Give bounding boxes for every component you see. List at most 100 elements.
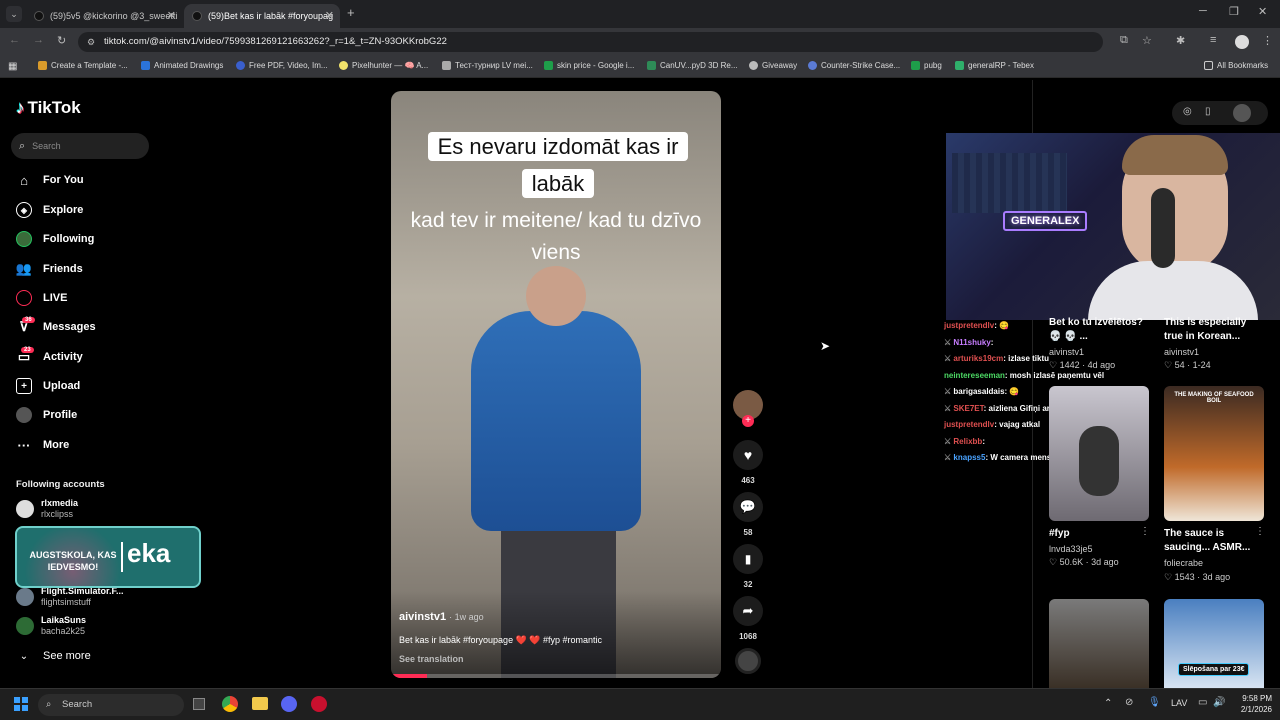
- like-button[interactable]: ♥: [733, 440, 763, 470]
- windows-start-icon[interactable]: [14, 697, 28, 711]
- following-account[interactable]: rlxmedia rlxclipss: [16, 498, 78, 520]
- comment-button[interactable]: 💬: [733, 492, 763, 522]
- bookmark-item[interactable]: Create a Template -...: [38, 61, 128, 70]
- card-title[interactable]: This is especially true in Korean...: [1164, 316, 1264, 344]
- browser-tab-1[interactable]: (59)5v5 @kickorino @3_sweetti ✕: [26, 4, 182, 28]
- nav-upload[interactable]: + Upload: [16, 378, 80, 394]
- tab-search-button[interactable]: ⌄: [6, 6, 22, 22]
- language-indicator[interactable]: LAV: [1171, 698, 1187, 708]
- cast-icon[interactable]: ⧉: [1120, 34, 1128, 47]
- card-author[interactable]: foliecrabe: [1164, 558, 1203, 568]
- card-author[interactable]: aivinstv1: [1049, 347, 1084, 357]
- new-tab-button[interactable]: +: [347, 5, 355, 20]
- see-more-link[interactable]: ⌄ See more: [16, 648, 91, 664]
- tab-close-icon[interactable]: ✕: [325, 9, 334, 22]
- url-text: tiktok.com/@aivinstv1/video/759938126912…: [104, 36, 447, 47]
- music-disc-icon[interactable]: [735, 648, 761, 674]
- tiktok-logo[interactable]: ♪ TikTok: [16, 98, 81, 118]
- avatar: [16, 617, 34, 635]
- nav-profile[interactable]: Profile: [16, 407, 77, 423]
- share-button[interactable]: ➦: [733, 596, 763, 626]
- card-title[interactable]: #fyp: [1049, 527, 1149, 541]
- like-count: 463: [741, 476, 755, 485]
- thumbnail-person: [1079, 426, 1119, 496]
- clock[interactable]: 9:58 PM 2/1/2026: [1232, 693, 1272, 715]
- device-icon[interactable]: ▯: [1205, 106, 1211, 117]
- card-stats: ♡ 1543 · 3d ago: [1164, 572, 1231, 582]
- bookmark-item[interactable]: generalRP - Tebex: [955, 61, 1034, 70]
- bookmark-star-icon[interactable]: ☆: [1142, 34, 1152, 47]
- following-account[interactable]: Flight.Simulator.F... flightsimstuff: [16, 586, 124, 608]
- minimize-button[interactable]: ─: [1199, 5, 1207, 17]
- bookmark-item[interactable]: Pixelhunter — 🧠 A...: [339, 61, 428, 70]
- search-icon: ⌕: [19, 139, 26, 152]
- card-title[interactable]: The sauce is saucing... ASMR...: [1164, 527, 1264, 555]
- task-view-icon[interactable]: [193, 698, 205, 710]
- microphone-icon[interactable]: 🎙: [1148, 697, 1161, 708]
- card-thumbnail[interactable]: [1049, 386, 1149, 521]
- follow-plus-icon[interactable]: +: [742, 415, 754, 427]
- share-count: 1068: [739, 632, 757, 641]
- bookmark-item[interactable]: Free PDF, Video, Im...: [236, 61, 328, 70]
- coin-icon[interactable]: ◎: [1183, 106, 1192, 117]
- video-progress-track[interactable]: [391, 674, 721, 678]
- site-info-icon[interactable]: ⚙: [87, 32, 95, 52]
- nav-live[interactable]: LIVE: [16, 290, 67, 306]
- apps-icon[interactable]: ▦: [8, 61, 17, 72]
- bookmark-item[interactable]: skin price - Google i...: [544, 61, 634, 70]
- tray-chevron-icon[interactable]: ⌃: [1104, 698, 1112, 709]
- video-subject-face: [526, 266, 586, 326]
- friends-icon: 👥: [15, 261, 33, 276]
- nav-friends[interactable]: 👥 Friends: [16, 261, 83, 277]
- bookmark-item[interactable]: Animated Drawings: [141, 61, 223, 70]
- video-author[interactable]: aivinstv1: [399, 611, 446, 623]
- following-account[interactable]: LaikaSuns bacha2k25: [16, 615, 86, 637]
- bookmark-item[interactable]: Giveaway: [749, 61, 797, 70]
- url-input[interactable]: ⚙ tiktok.com/@aivinstv1/video/7599381269…: [78, 32, 1103, 52]
- steam-icon[interactable]: [311, 696, 327, 712]
- see-translation-link[interactable]: See translation: [399, 654, 464, 664]
- more-icon: ···: [17, 437, 31, 453]
- avatar: [16, 500, 34, 518]
- network-icon[interactable]: ⊘: [1125, 697, 1133, 708]
- card-thumbnail[interactable]: Slēpošana par 23€: [1164, 599, 1264, 688]
- media-icon[interactable]: ≡: [1210, 34, 1216, 46]
- card-thumbnail[interactable]: THE MAKING OF SEAFOOD BOIL: [1164, 386, 1264, 521]
- bookmark-item[interactable]: CanUV...pyD 3D Re...: [647, 61, 738, 70]
- back-icon[interactable]: ←: [9, 34, 20, 46]
- bookmark-item[interactable]: Тест-турнир LV mei...: [442, 61, 533, 70]
- thumbnail-caption: THE MAKING OF SEAFOOD BOIL: [1174, 392, 1254, 404]
- bookmark-item[interactable]: Counter-Strike Case...: [808, 61, 900, 70]
- bookmark-item[interactable]: pubg: [911, 61, 942, 70]
- chevron-down-icon: ⌄: [19, 650, 29, 662]
- card-author[interactable]: aivinstv1: [1164, 347, 1199, 357]
- forward-icon[interactable]: →: [33, 34, 44, 46]
- card-thumbnail[interactable]: [1049, 599, 1149, 688]
- chrome-menu-icon[interactable]: ⋮: [1262, 34, 1273, 47]
- nav-following[interactable]: Following: [16, 231, 94, 247]
- discord-icon[interactable]: [281, 696, 297, 712]
- chat-message: neintereseeman: mosh izlasē paņemtu vēl: [944, 371, 1105, 380]
- video-player[interactable]: Es nevaru izdomāt kas ir labāk kad tev i…: [391, 91, 721, 678]
- reload-icon[interactable]: ↻: [57, 34, 66, 47]
- display-icon[interactable]: ▭: [1198, 697, 1207, 708]
- chrome-taskbar-icon[interactable]: [222, 696, 238, 712]
- browser-tab-2[interactable]: (59)Bet kas ir labāk #foryoupag ✕: [184, 4, 340, 28]
- all-bookmarks[interactable]: All Bookmarks: [1204, 61, 1268, 70]
- profile-avatar[interactable]: [1235, 35, 1249, 49]
- nav-for-you[interactable]: ⌂ For You: [16, 172, 83, 188]
- user-avatar[interactable]: [1233, 104, 1251, 122]
- extensions-icon[interactable]: ✱: [1176, 34, 1185, 47]
- card-author[interactable]: lnvda33je5: [1049, 544, 1093, 554]
- nav-more[interactable]: ··· More: [16, 437, 70, 453]
- save-button[interactable]: ▮: [733, 544, 763, 574]
- taskbar-search-input[interactable]: ⌕ Search: [38, 694, 184, 716]
- tiktok-search-input[interactable]: ⌕ Search: [11, 133, 149, 159]
- close-window-button[interactable]: ✕: [1258, 5, 1267, 18]
- tab-close-icon[interactable]: ✕: [167, 9, 176, 22]
- nav-explore[interactable]: ◈ Explore: [16, 202, 83, 218]
- card-title[interactable]: Bet ko tu izvēlētos? 💀 💀 ...: [1049, 316, 1149, 344]
- file-explorer-icon[interactable]: [252, 697, 268, 710]
- restore-button[interactable]: ❐: [1229, 5, 1239, 18]
- volume-icon[interactable]: 🔊: [1213, 697, 1225, 708]
